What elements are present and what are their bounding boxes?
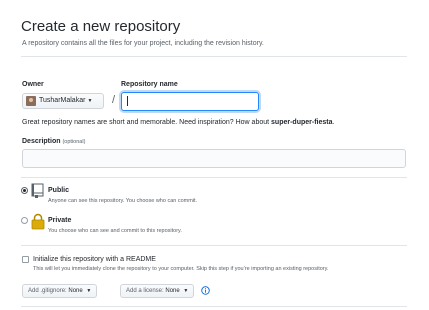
caret-down-icon: ▼ [86,288,92,294]
text-cursor [127,96,128,106]
license-value: None [165,288,180,294]
repo-name-label: Repository name [121,81,178,88]
name-suggestion[interactable]: super-duper-fiesta [271,119,332,126]
license-prefix: Add a license: [126,288,164,294]
repo-icon [31,183,44,198]
lock-icon [31,213,45,230]
name-hint-end: . [332,119,335,126]
description-input[interactable] [22,149,406,168]
readme-description: This will let you immediately clone the … [33,266,329,272]
info-icon[interactable] [201,286,210,295]
owner-label: Owner [22,81,44,88]
private-description: You choose who can see and commit to thi… [48,228,182,234]
description-label-text: Description [22,138,61,145]
readme-label: Initialize this repository with a README [33,256,156,263]
gitignore-value: None [68,288,83,294]
divider [21,177,407,178]
gitignore-prefix: Add .gitignore: [28,288,67,294]
owner-repo-separator: / [112,94,116,106]
public-radio[interactable] [21,187,28,194]
private-radio[interactable] [21,217,28,224]
license-select[interactable]: Add a license: None ▼ [120,284,195,298]
page-subtitle: A repository contains all the files for … [22,40,264,47]
private-label: Private [48,217,72,224]
page-title: Create a new repository [21,18,181,35]
optional-note: (optional) [62,139,86,145]
owner-value: TusharMalakar [39,97,86,104]
public-label: Public [48,187,70,194]
divider [21,245,407,246]
name-hint-text: Great repository names are short and mem… [22,119,270,126]
repo-name-input[interactable] [121,92,259,111]
divider [21,56,407,57]
divider [21,306,407,307]
readme-checkbox[interactable] [22,256,29,263]
caret-down-icon: ▼ [87,98,93,104]
avatar [26,96,36,106]
description-label: Description (optional) [22,137,85,147]
caret-down-icon: ▼ [183,288,189,294]
name-hint: Great repository names are short and mem… [22,118,334,127]
public-description: Anyone can see this repository. You choo… [48,198,198,204]
owner-select[interactable]: TusharMalakar ▼ [22,93,104,109]
gitignore-select[interactable]: Add .gitignore: None ▼ [22,284,98,298]
